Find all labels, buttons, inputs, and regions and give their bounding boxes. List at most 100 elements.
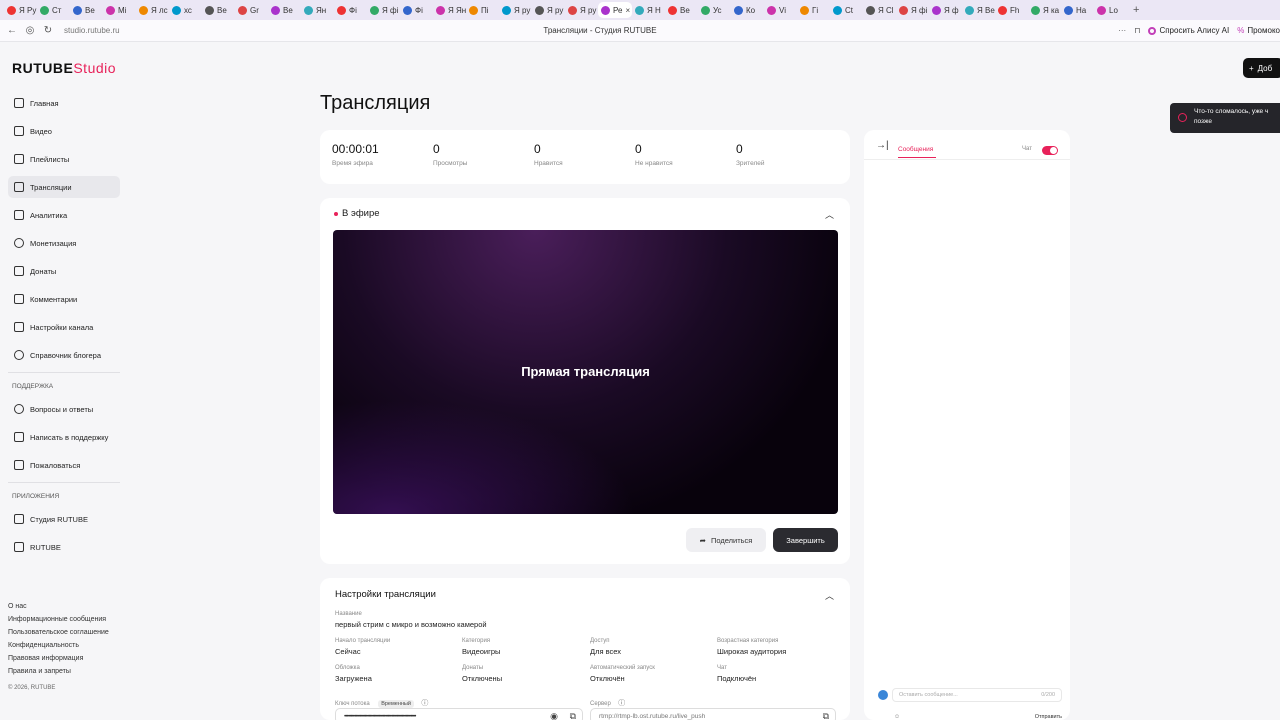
browser-tab[interactable]: Я ру (499, 2, 532, 18)
tab-messages[interactable]: Сообщения (898, 146, 933, 153)
browser-tab[interactable]: Ве (665, 2, 698, 18)
new-tab-icon[interactable]: + (1133, 4, 1139, 16)
copy-icon[interactable]: ⧉ (823, 711, 829, 720)
sidebar-item[interactable]: Донаты (8, 260, 120, 282)
footer-link[interactable]: Информационные сообщения (8, 613, 109, 626)
browser-tab[interactable]: Я Ве (962, 2, 995, 18)
end-stream-button[interactable]: Завершить (773, 528, 838, 552)
footer-link[interactable]: О нас (8, 600, 109, 613)
browser-tab[interactable]: Ре × (598, 2, 632, 18)
browser-tab[interactable]: Я фі (896, 2, 929, 18)
browser-tab-bar: Я Ру Ст Ве Мі Я лс хс Ве Gr Ве Ян Фі Я фі Фі Я Ян Пі Я … (0, 0, 1280, 20)
browser-tab[interactable]: Фі (334, 2, 367, 18)
promo-button[interactable]: % Промоко (1237, 26, 1280, 35)
favicon-icon (535, 5, 544, 15)
footer-link[interactable]: Правила и запреты (8, 665, 109, 678)
browser-tab[interactable]: Я ру (565, 2, 598, 18)
browser-tab[interactable]: Ве (268, 2, 301, 18)
sidebar-item[interactable]: Настройки канала (8, 316, 120, 338)
sidebar-icon (14, 238, 24, 248)
browser-tab[interactable]: Ян (301, 2, 334, 18)
browser-tab[interactable]: Я Cl (863, 2, 896, 18)
footer-link[interactable]: Правовая информация (8, 652, 109, 665)
sidebar-item[interactable]: Плейлисты (8, 148, 120, 170)
alice-icon (1148, 26, 1157, 35)
sidebar-item[interactable]: Аналитика (8, 204, 120, 226)
browser-tab[interactable]: Fh (995, 2, 1028, 18)
browser-tab[interactable]: Ct (830, 2, 863, 18)
favicon-icon (370, 5, 379, 15)
add-button[interactable]: + Доб (1243, 58, 1280, 78)
help-icon[interactable]: ⓘ (618, 700, 625, 707)
bookmark-icon[interactable]: ⊓ (1134, 26, 1140, 35)
chat-toggle[interactable] (1042, 146, 1058, 155)
favicon-icon (271, 5, 280, 15)
rutube-studio-logo[interactable]: RUTUBEStudio (12, 60, 116, 76)
stat-label: Нравится (534, 160, 563, 167)
more-icon[interactable]: ··· (1118, 26, 1126, 35)
favicon-icon (635, 5, 644, 15)
browser-tab[interactable]: Я ф (929, 2, 962, 18)
copy-icon[interactable]: ⧉ (570, 711, 576, 720)
share-button[interactable]: ➦ Поделиться (686, 528, 766, 552)
favicon-icon (337, 5, 346, 15)
browser-tab[interactable]: Ко (731, 2, 764, 18)
browser-tab[interactable]: Фі (400, 2, 433, 18)
collapse-icon[interactable]: →| (876, 140, 889, 151)
browser-tab[interactable]: Я Ян (433, 2, 466, 18)
sidebar-item[interactable]: Написать в поддержку (8, 426, 120, 448)
live-dot-icon (334, 211, 338, 216)
browser-tab[interactable]: Gr (235, 2, 268, 18)
eye-icon[interactable]: ◉ (550, 711, 558, 720)
browser-tab[interactable]: Я ка (1028, 2, 1061, 18)
browser-tab[interactable]: Гі (797, 2, 830, 18)
stat-label: Время эфира (332, 160, 373, 167)
copyright: © 2026, RUTUBE (8, 685, 56, 691)
emoji-icon[interactable]: ☺ (894, 714, 900, 720)
footer-link[interactable]: Пользовательское соглашение (8, 626, 109, 639)
browser-tab[interactable]: Lo (1094, 2, 1127, 18)
browser-tab[interactable]: Ст (37, 2, 70, 18)
browser-tab[interactable]: Я фі (367, 2, 400, 18)
stat-item: 0 Просмотры (433, 142, 534, 172)
sidebar-item[interactable]: Комментарии (8, 288, 120, 310)
sidebar-item[interactable]: Вопросы и ответы (8, 398, 120, 420)
sidebar-item[interactable]: Видео (8, 120, 120, 142)
browser-tab[interactable]: Я Ру (4, 2, 37, 18)
sidebar-footer: О нас Информационные сообщения Пользовател… (8, 600, 109, 695)
browser-tab[interactable]: Я Н (632, 2, 665, 18)
footer-link[interactable]: Конфиденциальность (8, 639, 109, 652)
browser-tab[interactable]: Я лс (136, 2, 169, 18)
send-button[interactable]: Отправить (1035, 714, 1062, 720)
browser-tab[interactable]: Мі (103, 2, 136, 18)
stream-key-input[interactable]: ••••••••••••••••••••••••••••••••••••••••… (335, 708, 583, 720)
browser-tab[interactable]: На (1061, 2, 1094, 18)
help-icon[interactable]: ⓘ (421, 700, 428, 707)
chat-input[interactable]: Оставить сообщение... 0/200 (892, 688, 1062, 702)
key-badge: Временный (378, 700, 414, 708)
sidebar-item[interactable]: Справочник блогера (8, 344, 120, 366)
video-preview[interactable]: Прямая трансляция (333, 230, 838, 514)
sidebar-item[interactable]: Трансляции (8, 176, 120, 198)
sidebar-item[interactable]: RUTUBE (8, 536, 120, 558)
alice-button[interactable]: Спросить Алису AI (1148, 26, 1229, 35)
close-tab-icon[interactable]: × (625, 6, 630, 15)
sidebar-item[interactable]: Монетизация (8, 232, 120, 254)
chevron-up-icon[interactable]: ︿ (825, 589, 834, 602)
sidebar-item[interactable]: Главная (8, 92, 120, 114)
browser-tab[interactable]: Vi (764, 2, 797, 18)
browser-tab[interactable]: Я ру (532, 2, 565, 18)
browser-tab[interactable]: Ус (698, 2, 731, 18)
browser-tab[interactable]: Пі (466, 2, 499, 18)
server-input[interactable]: rtmp://rtmp-lb.ost.rutube.ru/live_push ⧉ (590, 708, 836, 720)
error-icon (1178, 113, 1187, 122)
sidebar-item[interactable]: Пожаловаться (8, 454, 120, 476)
sidebar-item[interactable]: Студия RUTUBE (8, 508, 120, 530)
live-header: В эфире (334, 208, 380, 219)
settings-field: Доступ Для всех (590, 638, 622, 656)
browser-tab[interactable]: хс (169, 2, 202, 18)
settings-field: Автоматический запуск Отключён (590, 665, 655, 683)
browser-tab[interactable]: Ве (202, 2, 235, 18)
browser-tab[interactable]: Ве (70, 2, 103, 18)
chevron-up-icon[interactable]: ︿ (825, 208, 834, 221)
